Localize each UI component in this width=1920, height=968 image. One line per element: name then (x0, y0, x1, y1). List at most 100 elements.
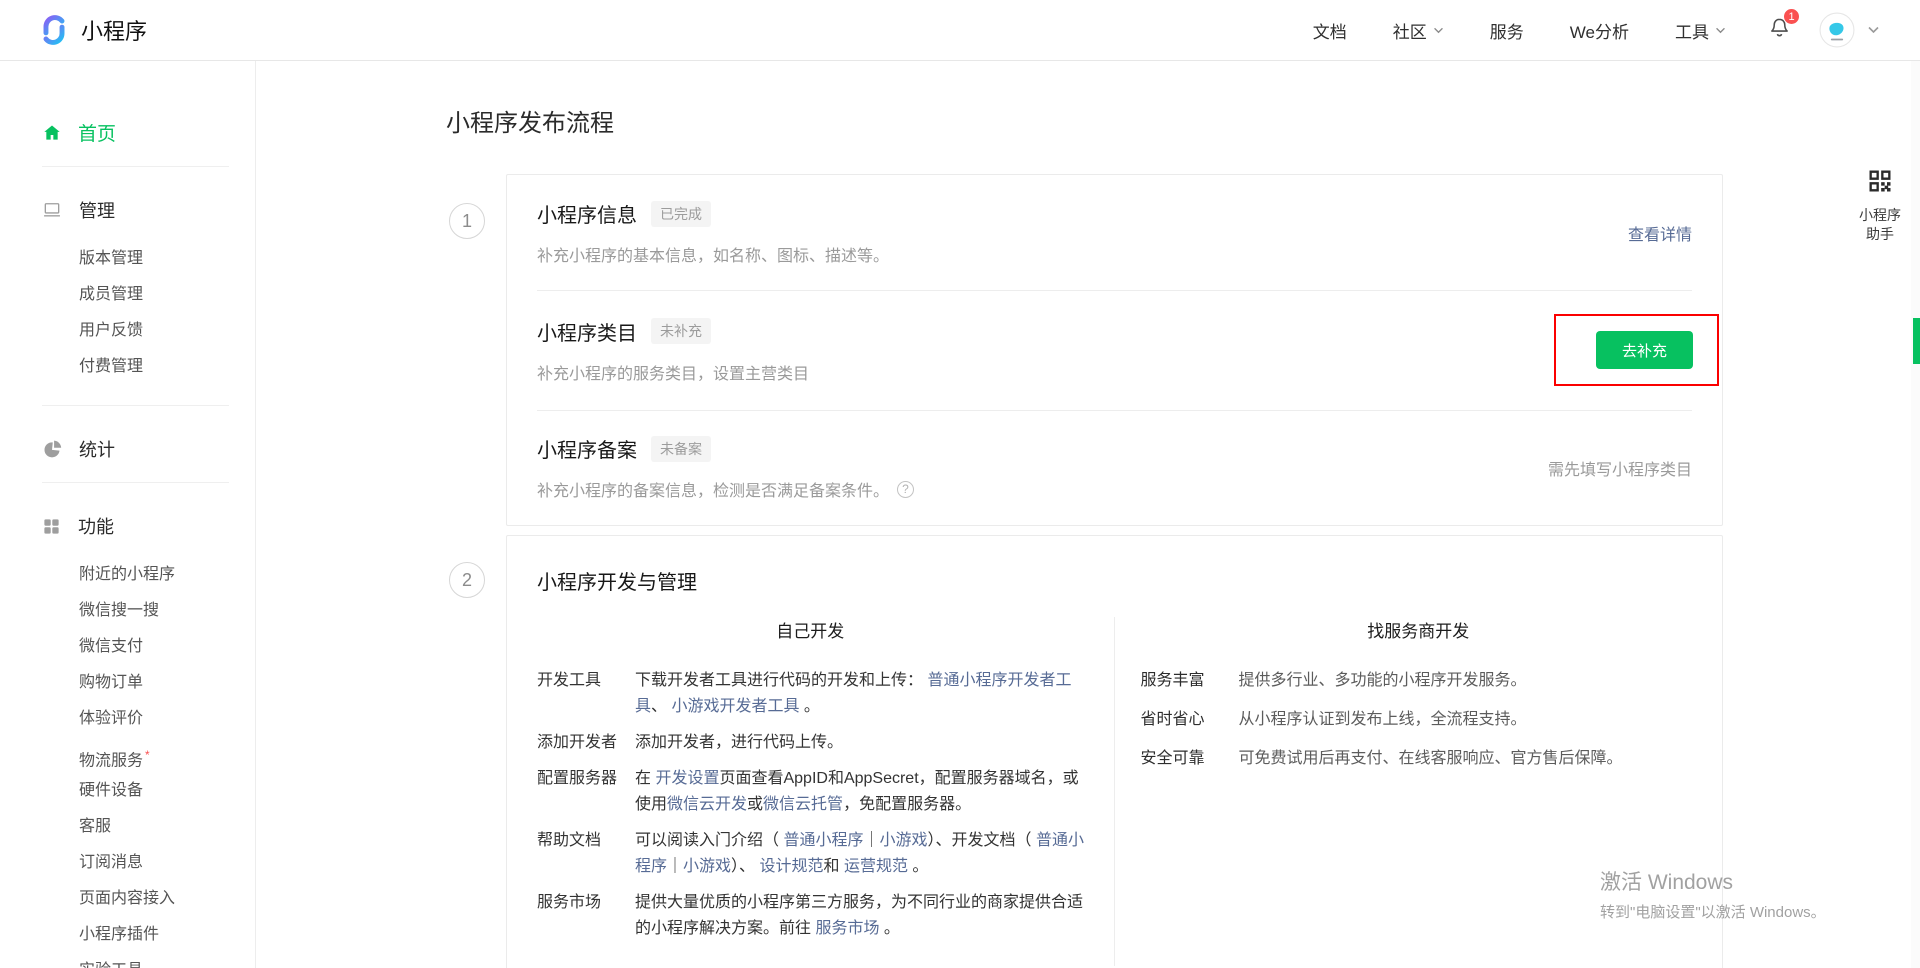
chevron-down-icon (1433, 27, 1444, 34)
nav-label: 文档 (1313, 18, 1347, 43)
inline-link[interactable]: 微信云托管 (763, 796, 843, 813)
chevron-down-icon (1715, 27, 1726, 34)
sidebar-item-subscribe-message[interactable]: 订阅消息 (0, 845, 255, 881)
nav-services[interactable]: 服务 (1490, 18, 1524, 43)
divider (42, 166, 229, 167)
dev-row-help-docs: 帮助文档 可以阅读入门介绍（ 普通小程序｜小游戏）、开发文档（ 普通小程序｜小游… (507, 828, 1114, 880)
column-heading: 找服务商开发 (1115, 617, 1723, 642)
vendor-row-save-time: 省时省心 从小程序认证到发布上线，全流程支持。 (1115, 707, 1723, 733)
card-title: 小程序开发与管理 (507, 536, 1722, 595)
sidebar-item-hardware-device[interactable]: 硬件设备 (0, 773, 255, 809)
text-segment: 下载开发者工具进行代码的开发和上传： (635, 672, 927, 689)
notification-bell[interactable]: 1 (1768, 16, 1791, 44)
status-badge: 已完成 (651, 201, 711, 227)
row-title: 小程序备案 (537, 434, 637, 463)
column-heading: 自己开发 (507, 617, 1114, 642)
app-logo[interactable]: 小程序 (37, 13, 147, 47)
logo-text: 小程序 (81, 14, 147, 46)
vendor-develop-column: 找服务商开发 服务丰富 提供多行业、多功能的小程序开发服务。 省时省心 从小程序… (1115, 617, 1723, 966)
fill-category-button[interactable]: 去补充 (1596, 331, 1693, 369)
sidebar-section-stats: 统计 (0, 436, 255, 462)
red-highlight-box: 去补充 (1554, 314, 1719, 386)
inline-link[interactable]: 小游戏 (683, 858, 731, 875)
dev-row-text: 可以阅读入门介绍（ 普通小程序｜小游戏）、开发文档（ 普通小程序｜小游戏）、 设… (635, 828, 1092, 880)
home-icon (42, 123, 62, 143)
dev-manage-card: 小程序开发与管理 自己开发 开发工具 下载开发者工具进行代码的开发和上传： 普通… (506, 535, 1723, 968)
text-segment: 在 (635, 770, 655, 787)
dev-row-label: 配置服务器 (537, 766, 635, 818)
vendor-row-label: 服务丰富 (1141, 668, 1239, 694)
dev-row-label: 添加开发者 (537, 730, 635, 756)
page-title: 小程序发布流程 (446, 103, 614, 138)
scrollbar-track[interactable] (1911, 61, 1920, 968)
avatar-image (1819, 12, 1855, 48)
inline-link[interactable]: 小游戏开发者工具 (671, 698, 799, 715)
row-desc: 补充小程序的基本信息，如名称、图标、描述等。 (537, 242, 889, 266)
sidebar-item-home[interactable]: 首页 (0, 119, 255, 146)
status-badge: 未补充 (651, 318, 711, 344)
text-segment: 。 (908, 858, 928, 875)
sidebar-item-logistics-service[interactable]: 物流服务* (0, 737, 255, 773)
sidebar-item-nearby-miniprogram[interactable]: 附近的小程序 (0, 557, 255, 593)
text-segment: 。 (799, 698, 819, 715)
vendor-row-rich-services: 服务丰富 提供多行业、多功能的小程序开发服务。 (1115, 668, 1723, 694)
text-segment: 。 (879, 920, 899, 937)
dev-row-tools: 开发工具 下载开发者工具进行代码的开发和上传： 普通小程序开发者工具、 小游戏开… (507, 668, 1114, 720)
sidebar-item-member-manage[interactable]: 成员管理 (0, 277, 255, 313)
sidebar-item-shopping-orders[interactable]: 购物订单 (0, 665, 255, 701)
nav-we-analytics[interactable]: We分析 (1570, 18, 1629, 43)
sidebar-group-features[interactable]: 功能 (0, 513, 255, 539)
sidebar-item-customer-service[interactable]: 客服 (0, 809, 255, 845)
dev-row-label: 开发工具 (537, 668, 635, 720)
nav-label: We分析 (1570, 18, 1629, 43)
nav-docs[interactable]: 文档 (1313, 18, 1347, 43)
text-segment: ）、开发文档（ (928, 832, 1036, 849)
miniprogram-assistant-panel[interactable]: 小程序助手 (1847, 159, 1913, 254)
sidebar-group-label: 功能 (78, 513, 114, 539)
inline-link[interactable]: 服务市场 (815, 920, 879, 937)
account-chevron-icon[interactable] (1867, 21, 1880, 39)
nav-label: 服务 (1490, 18, 1524, 43)
sidebar-group-manage[interactable]: 管理 (0, 197, 255, 223)
pie-chart-icon (42, 439, 62, 459)
inline-link[interactable]: 小游戏 (879, 832, 927, 849)
nav-tools[interactable]: 工具 (1675, 18, 1726, 43)
inline-link[interactable]: 普通小程序 (783, 832, 863, 849)
flow-row-miniprogram-info: 小程序信息 已完成 补充小程序的基本信息，如名称、图标、描述等。 查看详情 (507, 175, 1722, 290)
self-develop-column: 自己开发 开发工具 下载开发者工具进行代码的开发和上传： 普通小程序开发者工具、… (507, 617, 1115, 966)
assistant-label: 小程序助手 (1853, 206, 1907, 244)
dev-row-configure-server: 配置服务器 在 开发设置页面查看AppID和AppSecret，配置服务器域名，… (507, 766, 1114, 818)
sidebar-item-payment-manage[interactable]: 付费管理 (0, 349, 255, 385)
sidebar-item-version-manage[interactable]: 版本管理 (0, 241, 255, 277)
nav-community[interactable]: 社区 (1393, 18, 1444, 43)
dev-row-text: 在 开发设置页面查看AppID和AppSecret，配置服务器域名，或使用微信云… (635, 766, 1092, 818)
sidebar-group-label: 管理 (79, 197, 115, 223)
divider (42, 482, 229, 483)
text-segment: ，免配置服务器。 (843, 796, 971, 813)
sidebar-item-experiment-tools[interactable]: 实验工具 (0, 953, 255, 968)
inline-link[interactable]: 运营规范 (844, 858, 908, 875)
sidebar-item-wechat-pay[interactable]: 微信支付 (0, 629, 255, 665)
qr-code-icon (1866, 167, 1894, 195)
sidebar-item-experience-rating[interactable]: 体验评价 (0, 701, 255, 737)
sidebar-item-page-content-access[interactable]: 页面内容接入 (0, 881, 255, 917)
dev-row-label: 服务市场 (537, 890, 635, 942)
sidebar-item-wechat-search[interactable]: 微信搜一搜 (0, 593, 255, 629)
sidebar-group-label: 统计 (79, 436, 115, 462)
sidebar-item-miniprogram-plugin[interactable]: 小程序插件 (0, 917, 255, 953)
text-segment: 和 (824, 858, 844, 875)
inline-link[interactable]: 微信云开发 (667, 796, 747, 813)
sidebar-item-user-feedback[interactable]: 用户反馈 (0, 313, 255, 349)
view-details-link[interactable]: 查看详情 (1628, 221, 1692, 245)
vendor-row-text: 提供多行业、多功能的小程序开发服务。 (1239, 668, 1527, 694)
prerequisite-note: 需先填写小程序类目 (1548, 456, 1692, 480)
flow-row-miniprogram-beian: 小程序备案 未备案 补充小程序的备案信息，检测是否满足备案条件。 需先填写小程序… (507, 410, 1722, 525)
user-avatar[interactable] (1819, 12, 1855, 48)
question-circle-icon[interactable] (897, 481, 914, 498)
inline-link[interactable]: 开发设置 (655, 770, 719, 787)
dev-row-add-developer: 添加开发者 添加开发者，进行代码上传。 (507, 730, 1114, 756)
sidebar-group-stats[interactable]: 统计 (0, 436, 255, 462)
inline-link[interactable]: 设计规范 (760, 858, 824, 875)
monitor-icon (42, 200, 62, 220)
step-2-number: 2 (449, 562, 485, 598)
